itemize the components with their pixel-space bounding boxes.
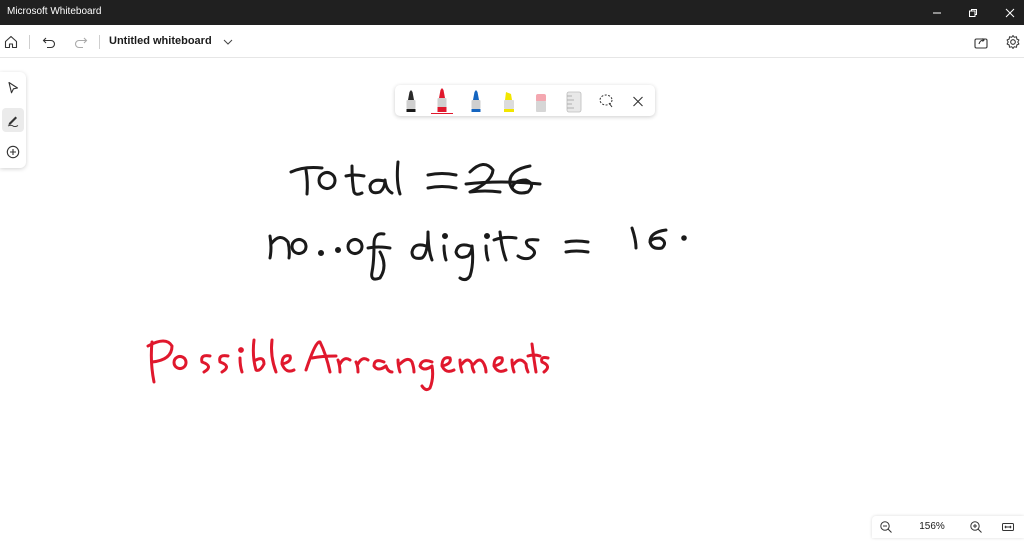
home-button[interactable] (2, 33, 20, 51)
zoom-level[interactable]: 156% (916, 521, 948, 532)
zoom-in-button[interactable] (968, 519, 984, 535)
title-bar: Microsoft Whiteboard (0, 0, 1024, 25)
divider (99, 35, 100, 49)
redo-button[interactable] (72, 33, 90, 51)
home-icon (4, 35, 18, 49)
redo-icon (74, 37, 88, 49)
restore-button[interactable] (955, 0, 991, 25)
ink-digits[interactable] (268, 226, 687, 282)
settings-button[interactable] (1004, 33, 1022, 51)
share-button[interactable] (972, 33, 990, 51)
undo-icon (42, 37, 56, 49)
ink-total[interactable] (289, 160, 542, 196)
fit-screen-icon (1002, 523, 1014, 531)
minimize-button[interactable] (919, 0, 955, 25)
minimize-icon (933, 12, 941, 13)
undo-button[interactable] (40, 33, 58, 51)
close-window-button[interactable] (992, 0, 1024, 25)
whiteboard-canvas[interactable] (0, 58, 1024, 538)
fit-to-screen-button[interactable] (1000, 519, 1016, 535)
zoom-out-icon (880, 521, 892, 533)
close-icon (1005, 8, 1015, 17)
document-title[interactable]: Untitled whiteboard (109, 35, 212, 47)
command-bar: Untitled whiteboard (0, 25, 1024, 58)
app-title: Microsoft Whiteboard (7, 6, 102, 17)
zoom-out-button[interactable] (878, 519, 894, 535)
gear-icon (1006, 35, 1020, 49)
share-icon (974, 38, 988, 49)
zoom-control: 156% (872, 516, 1024, 538)
zoom-in-icon (970, 521, 982, 533)
chevron-down-icon[interactable] (222, 36, 234, 48)
ink-possible-arrangements[interactable] (146, 338, 550, 392)
divider (29, 35, 30, 49)
restore-icon (969, 8, 977, 17)
